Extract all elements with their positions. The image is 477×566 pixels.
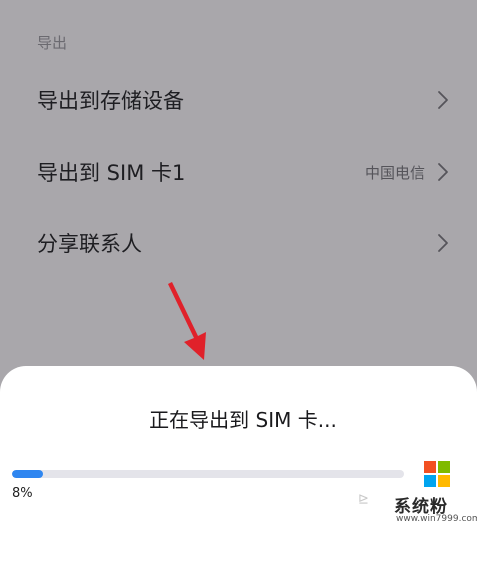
windows-logo-icon — [424, 461, 450, 487]
export-progress-title: 正在导出到 SIM 卡... — [149, 408, 337, 432]
progress-percent: 8% — [12, 486, 33, 501]
carrier-value: 中国电信 — [364, 163, 425, 182]
export-progress-sheet — [0, 366, 477, 566]
menu-item-export-sim[interactable]: 导出到 SIM 卡1 中国电信 — [0, 142, 477, 202]
menu-item-export-storage[interactable]: 导出到存储设备 — [0, 70, 477, 130]
export-progress-bar — [12, 470, 404, 478]
menu-item-share-contacts[interactable]: 分享联系人 — [0, 213, 477, 273]
watermark-url: www.win7999.com — [396, 514, 477, 524]
menu-item-label: 导出到 SIM 卡1 — [37, 161, 186, 185]
menu-item-label: 分享联系人 — [37, 232, 142, 256]
section-header: 导出 — [37, 34, 68, 52]
chevron-right-icon — [438, 163, 448, 181]
annotation-arrow-icon — [168, 282, 206, 360]
chevron-right-icon — [438, 91, 448, 109]
progress-fill — [12, 470, 44, 478]
chevron-right-icon — [438, 234, 448, 252]
mini-icon: ⊵ — [358, 492, 369, 507]
menu-item-label: 导出到存储设备 — [37, 89, 184, 113]
